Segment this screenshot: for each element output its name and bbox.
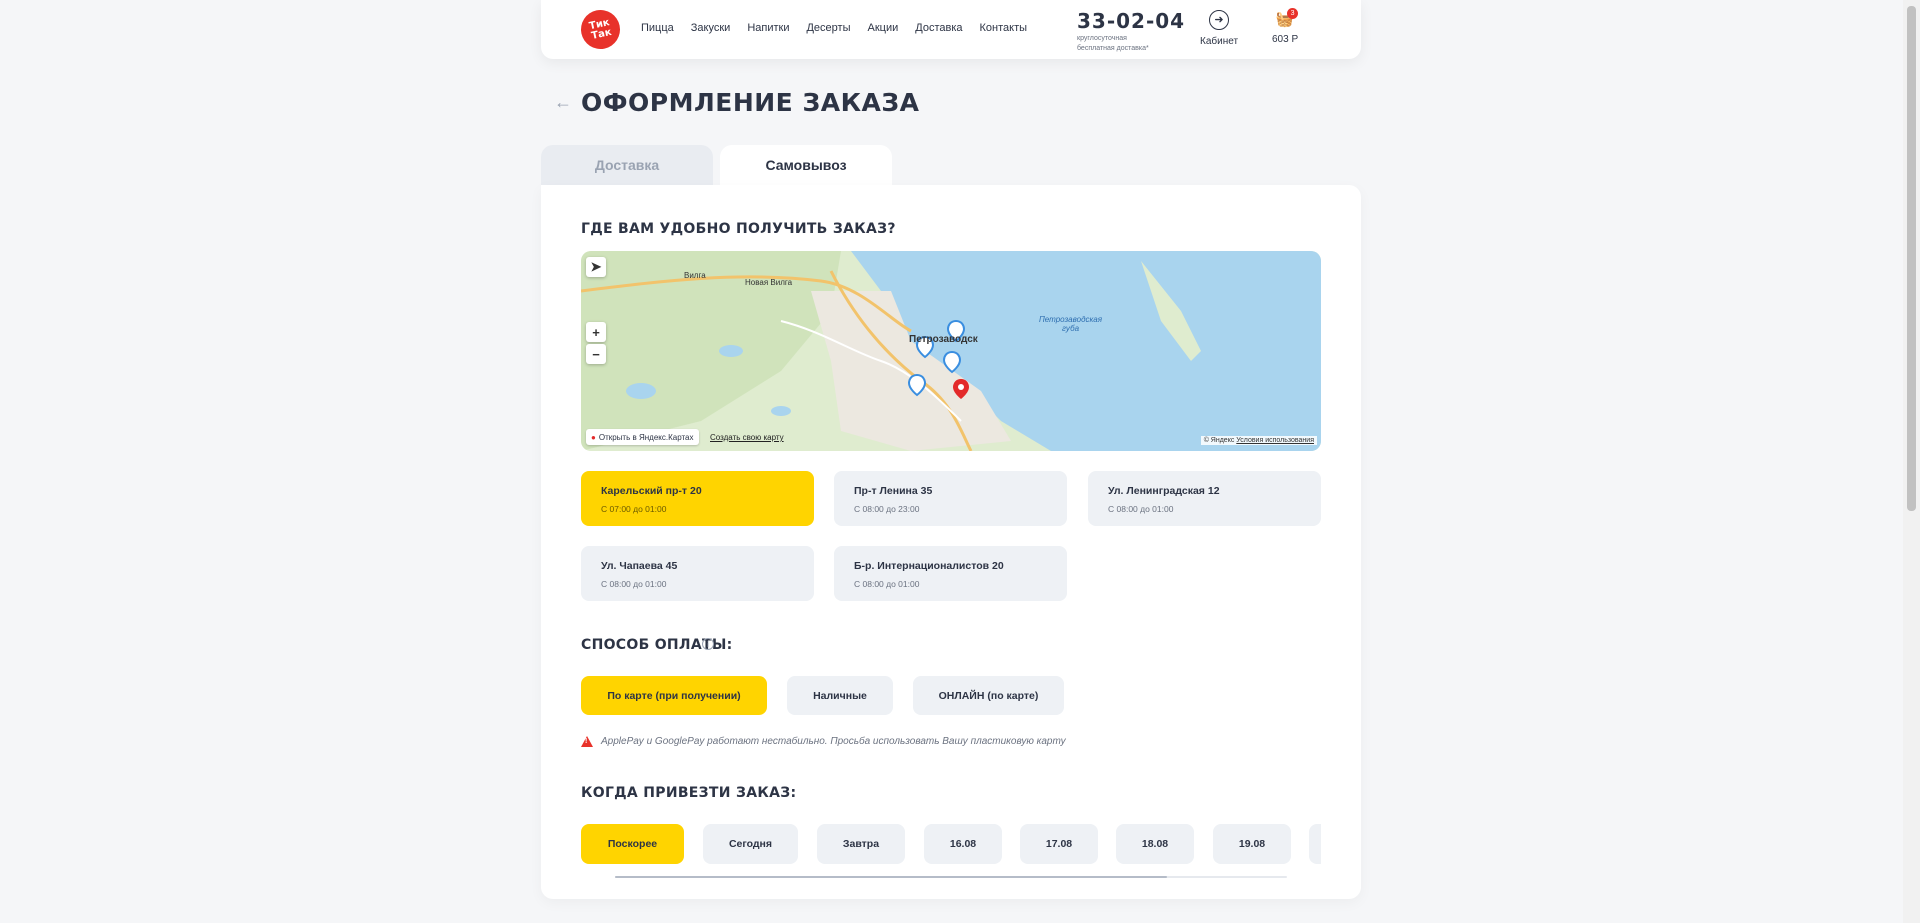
tab-delivery[interactable]: Доставка [541, 145, 713, 185]
main-nav: Пицца Закуски Напитки Десерты Акции Дост… [641, 22, 1044, 34]
nav-item-desserts[interactable]: Десерты [806, 22, 850, 34]
payment-warning: ! ApplePay и GooglePay работают нестабил… [581, 736, 1066, 747]
map-copyright-text: © Яндекс [1203, 437, 1235, 444]
time-option-date[interactable]: 19.08 [1213, 824, 1291, 864]
map-lake-1 [719, 345, 743, 357]
time-option-date[interactable]: 17.08 [1020, 824, 1098, 864]
map-bay-label-2: губа [1061, 324, 1080, 333]
map-copyright: © Яндекс Условия использования [1200, 436, 1317, 445]
phone-sub-1: круглосуточная [1077, 35, 1127, 42]
location-hours: С 08:00 до 01:00 [854, 579, 920, 589]
payment-option-online[interactable]: ОНЛАЙН (по карте) [913, 676, 1064, 715]
zoom-out-button[interactable]: − [586, 344, 606, 364]
location-name: Пр-т Ленина 35 [854, 485, 933, 497]
location-name: Ул. Чапаева 45 [601, 560, 678, 572]
logo[interactable]: Тик Так [577, 6, 624, 53]
open-in-yandex-maps[interactable]: ● Открыть в Яндекс.Картах [586, 429, 699, 445]
cart-count-badge: 3 [1287, 8, 1299, 19]
location-option[interactable]: Ул. Чапаева 45 С 08:00 до 01:00 [581, 546, 814, 601]
warning-icon: ! [581, 736, 593, 747]
map-terms-link[interactable]: Условия использования [1236, 437, 1314, 444]
location-hours: С 08:00 до 01:00 [1108, 504, 1174, 514]
phone-block[interactable]: 33-02-04 круглосуточная бесплатная доста… [1077, 9, 1185, 53]
time-scrollbar[interactable] [615, 876, 1287, 878]
cabinet-label: Кабинет [1200, 36, 1239, 47]
page-scrollbar[interactable] [1903, 0, 1920, 923]
map-canvas[interactable] [581, 251, 1321, 451]
location-option[interactable]: Пр-т Ленина 35 С 08:00 до 23:00 [834, 471, 1067, 526]
logo-text: Тик Так [588, 16, 613, 42]
info-icon[interactable]: i [702, 638, 714, 650]
location-option[interactable]: Карельский пр-т 20 С 07:00 до 01:00 [581, 471, 814, 526]
phone-sub-2: бесплатная доставка* [1077, 45, 1149, 52]
map-bay-label: Петрозаводская губа [1039, 315, 1102, 333]
cart-button[interactable]: 🧺 3 603 Р [1272, 8, 1299, 45]
open-in-yandex-label: Открыть в Яндекс.Картах [598, 432, 694, 442]
location-option[interactable]: Б-р. Интернационалистов 20 С 08:00 до 01… [834, 546, 1067, 601]
time-option-date[interactable]: 18.08 [1116, 824, 1194, 864]
payment-option-cash[interactable]: Наличные [787, 676, 893, 715]
pickup-map[interactable]: Вилга Новая Вилга Петрозаводск Петрозаво… [581, 251, 1321, 451]
time-option-tomorrow[interactable]: Завтра [817, 824, 905, 864]
map-place-2: Новая Вилга [745, 278, 793, 287]
back-arrow-icon[interactable]: ← [554, 92, 572, 113]
time-option-date[interactable]: 16.08 [924, 824, 1002, 864]
map-bay-label-1: Петрозаводская [1039, 315, 1102, 324]
location-hours: С 08:00 до 23:00 [854, 504, 920, 514]
nav-item-promos[interactable]: Акции [868, 22, 899, 34]
tab-pickup[interactable]: Самовывоз [720, 145, 892, 185]
tab-pickup-label: Самовывоз [765, 157, 847, 173]
pickup-section-title: ГДЕ ВАМ УДОБНО ПОЛУЧИТЬ ЗАКАЗ? [581, 221, 896, 237]
nav-item-drinks[interactable]: Напитки [747, 22, 789, 34]
payment-warning-text: ApplePay и GooglePay работают нестабильн… [601, 736, 1066, 747]
location-name: Б-р. Интернационалистов 20 [854, 560, 1004, 572]
location-option[interactable]: Ул. Ленинградская 12 С 08:00 до 01:00 [1088, 471, 1321, 526]
nav-item-contacts[interactable]: Контакты [980, 22, 1028, 34]
tab-delivery-label: Доставка [594, 157, 660, 173]
phone-number[interactable]: 33-02-04 [1077, 9, 1185, 33]
create-map-link[interactable]: Создать свою карту [710, 433, 784, 442]
login-icon: ➜ [1209, 10, 1230, 30]
time-option-asap[interactable]: Поскорее [581, 824, 684, 864]
map-place-1: Вилга [684, 271, 706, 280]
basket-icon: 🧺 3 [1276, 8, 1299, 28]
payment-option-card[interactable]: По карте (при получении) [581, 676, 767, 715]
location-name: Карельский пр-т 20 [601, 485, 702, 497]
site-header: Тик Так Пицца Закуски Напитки Десерты Ак… [541, 0, 1361, 59]
nav-item-pizza[interactable]: Пицца [641, 22, 674, 34]
location-hours: С 08:00 до 01:00 [601, 579, 667, 589]
map-lake-3 [771, 406, 791, 416]
geolocation-button[interactable]: ➤ [586, 257, 606, 277]
map-lake-2 [626, 383, 656, 399]
time-section-title: КОГДА ПРИВЕЗТИ ЗАКАЗ: [581, 785, 797, 801]
page-title: ОФОРМЛЕНИЕ ЗАКАЗА [581, 88, 920, 117]
time-options-scroller[interactable]: Поскорее Сегодня Завтра 16.08 17.08 18.0… [581, 820, 1321, 870]
time-scrollbar-thumb[interactable] [615, 876, 1167, 878]
time-option-today[interactable]: Сегодня [703, 824, 798, 864]
zoom-in-button[interactable]: + [586, 322, 606, 342]
location-hours: С 07:00 до 01:00 [601, 504, 667, 514]
time-option-date[interactable] [1309, 824, 1321, 864]
location-name: Ул. Ленинградская 12 [1108, 485, 1220, 497]
nav-item-snacks[interactable]: Закуски [691, 22, 731, 34]
cart-price: 603 Р [1272, 34, 1299, 45]
cabinet-button[interactable]: ➜ Кабинет [1200, 10, 1238, 47]
page-scrollbar-thumb[interactable] [1907, 6, 1916, 511]
map-pin-icon: ● [591, 432, 596, 442]
map-city-label: Петрозаводск [909, 334, 978, 345]
nav-item-delivery[interactable]: Доставка [915, 22, 962, 34]
